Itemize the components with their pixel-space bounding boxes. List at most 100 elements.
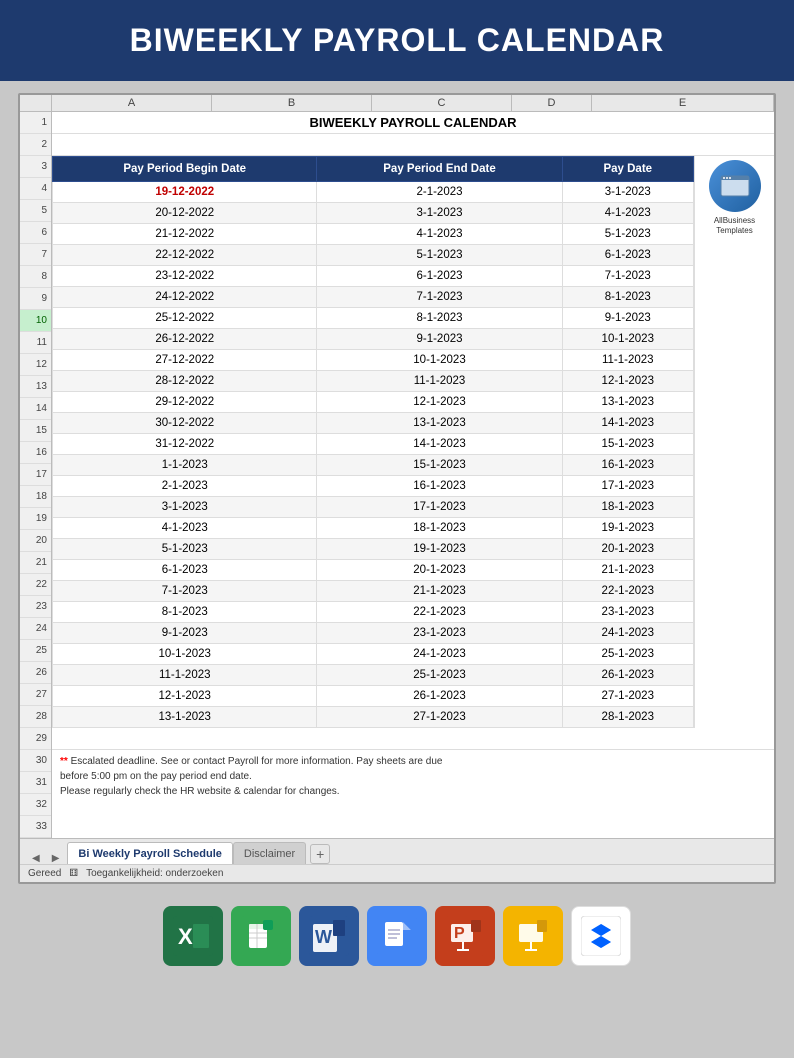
footer-notes: ** Escalated deadline. See or contact Pa… — [52, 750, 774, 803]
table-row: 26-12-20229-1-202310-1-2023 — [53, 329, 694, 350]
table-row: 8-1-202322-1-202323-1-2023 — [53, 602, 694, 623]
row-29: 29 — [20, 728, 51, 750]
row-17: 17 — [20, 464, 51, 486]
begin-date-cell: 2-1-2023 — [53, 476, 317, 497]
data-area: BIWEEKLY PAYROLL CALENDAR Pay Period Beg… — [52, 112, 774, 838]
row-33: 33 — [20, 816, 51, 838]
begin-date-cell: 5-1-2023 — [53, 539, 317, 560]
end-date-cell: 11-1-2023 — [317, 371, 562, 392]
begin-date-cell: 25-12-2022 — [53, 308, 317, 329]
end-date-cell: 10-1-2023 — [317, 350, 562, 371]
table-row: 19-12-20222-1-20233-1-2023 — [53, 182, 694, 203]
tab-disclaimer[interactable]: Disclaimer — [233, 842, 306, 864]
pay-date-cell: 4-1-2023 — [562, 203, 693, 224]
tab-prev-btn[interactable]: ◀ — [28, 853, 44, 864]
end-date-cell: 20-1-2023 — [317, 560, 562, 581]
row-13: 13 — [20, 376, 51, 398]
pay-date-cell: 15-1-2023 — [562, 434, 693, 455]
ppt-icon[interactable]: P — [435, 906, 495, 966]
row-30: 30 — [20, 750, 51, 772]
tab-next-btn[interactable]: ▶ — [48, 853, 64, 864]
word-icon[interactable]: W — [299, 906, 359, 966]
begin-date-cell: 21-12-2022 — [53, 224, 317, 245]
status-text: Gereed — [28, 868, 61, 879]
col-b-label: B — [212, 95, 372, 111]
status-bar: Gereed ⚅ Toegankelijkheid: onderzoeken — [20, 864, 774, 882]
row-numbers: 1 2 3 4 5 6 7 8 9 10 11 12 13 14 15 16 1… — [20, 112, 52, 838]
spreadsheet-title: BIWEEKLY PAYROLL CALENDAR — [52, 112, 774, 134]
col-begin-header: Pay Period Begin Date — [53, 157, 317, 182]
empty-row-2 — [52, 134, 774, 156]
pay-date-cell: 7-1-2023 — [562, 266, 693, 287]
row-16: 16 — [20, 442, 51, 464]
pay-date-cell: 17-1-2023 — [562, 476, 693, 497]
payroll-table: Pay Period Begin Date Pay Period End Dat… — [52, 156, 694, 728]
begin-date-cell: 26-12-2022 — [53, 329, 317, 350]
empty-row-30 — [52, 728, 774, 750]
end-date-cell: 9-1-2023 — [317, 329, 562, 350]
pay-date-cell: 24-1-2023 — [562, 623, 693, 644]
page-header: BIWEEKLY PAYROLL CALENDAR — [0, 0, 794, 81]
excel-icon[interactable]: X — [163, 906, 223, 966]
row-21: 21 — [20, 552, 51, 574]
table-row: 13-1-202327-1-202328-1-2023 — [53, 707, 694, 728]
logo-icon — [709, 160, 761, 212]
table-row: 27-12-202210-1-202311-1-2023 — [53, 350, 694, 371]
end-date-cell: 24-1-2023 — [317, 644, 562, 665]
begin-date-cell: 12-1-2023 — [53, 686, 317, 707]
pay-date-cell: 21-1-2023 — [562, 560, 693, 581]
begin-date-cell: 8-1-2023 — [53, 602, 317, 623]
row-9: 9 — [20, 288, 51, 310]
table-row: 23-12-20226-1-20237-1-2023 — [53, 266, 694, 287]
end-date-cell: 17-1-2023 — [317, 497, 562, 518]
table-row: 31-12-202214-1-202315-1-2023 — [53, 434, 694, 455]
end-date-cell: 4-1-2023 — [317, 224, 562, 245]
begin-date-cell: 23-12-2022 — [53, 266, 317, 287]
row-22: 22 — [20, 574, 51, 596]
row-14: 14 — [20, 398, 51, 420]
column-headers: A B C D E — [20, 95, 774, 112]
end-date-cell: 3-1-2023 — [317, 203, 562, 224]
table-row: 3-1-202317-1-202318-1-2023 — [53, 497, 694, 518]
begin-date-cell: 19-12-2022 — [53, 182, 317, 203]
table-row: 24-12-20227-1-20238-1-2023 — [53, 287, 694, 308]
table-row: 25-12-20228-1-20239-1-2023 — [53, 308, 694, 329]
begin-date-cell: 3-1-2023 — [53, 497, 317, 518]
dropbox-icon[interactable] — [571, 906, 631, 966]
table-row: 6-1-202320-1-202321-1-2023 — [53, 560, 694, 581]
begin-date-cell: 24-12-2022 — [53, 287, 317, 308]
end-date-cell: 19-1-2023 — [317, 539, 562, 560]
sheets-icon[interactable] — [231, 906, 291, 966]
row-32: 32 — [20, 794, 51, 816]
slides-icon[interactable] — [503, 906, 563, 966]
table-row: 11-1-202325-1-202326-1-2023 — [53, 665, 694, 686]
tab-add-btn[interactable]: + — [310, 844, 330, 864]
table-row: 28-12-202211-1-202312-1-2023 — [53, 371, 694, 392]
end-date-cell: 12-1-2023 — [317, 392, 562, 413]
row-6: 6 — [20, 222, 51, 244]
end-date-cell: 23-1-2023 — [317, 623, 562, 644]
tab-biweekly[interactable]: Bi Weekly Payroll Schedule — [67, 842, 232, 864]
pay-date-cell: 23-1-2023 — [562, 602, 693, 623]
end-date-cell: 26-1-2023 — [317, 686, 562, 707]
row-10: 10 — [20, 310, 51, 332]
end-date-cell: 21-1-2023 — [317, 581, 562, 602]
table-row: 2-1-202316-1-202317-1-2023 — [53, 476, 694, 497]
end-date-cell: 25-1-2023 — [317, 665, 562, 686]
end-date-cell: 18-1-2023 — [317, 518, 562, 539]
pay-date-cell: 13-1-2023 — [562, 392, 693, 413]
row-15: 15 — [20, 420, 51, 442]
docs-icon[interactable] — [367, 906, 427, 966]
begin-date-cell: 10-1-2023 — [53, 644, 317, 665]
table-row: 29-12-202212-1-202313-1-2023 — [53, 392, 694, 413]
begin-date-cell: 20-12-2022 — [53, 203, 317, 224]
table-row: 12-1-202326-1-202327-1-2023 — [53, 686, 694, 707]
end-date-cell: 27-1-2023 — [317, 707, 562, 728]
table-row: 10-1-202324-1-202325-1-2023 — [53, 644, 694, 665]
table-row: 5-1-202319-1-202320-1-2023 — [53, 539, 694, 560]
row-4: 4 — [20, 178, 51, 200]
end-date-cell: 6-1-2023 — [317, 266, 562, 287]
end-date-cell: 5-1-2023 — [317, 245, 562, 266]
begin-date-cell: 27-12-2022 — [53, 350, 317, 371]
begin-date-cell: 30-12-2022 — [53, 413, 317, 434]
